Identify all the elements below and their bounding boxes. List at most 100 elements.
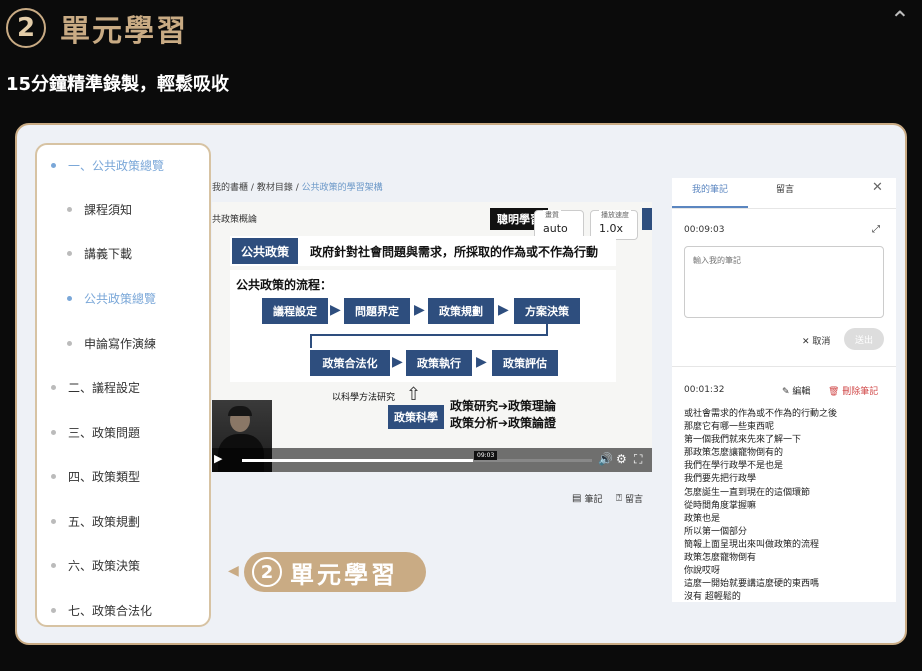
bullet-dot <box>67 206 72 212</box>
sidebar-item-chapter-6[interactable]: 六、政策決策 <box>37 553 223 577</box>
gear-icon[interactable]: ⚙ <box>616 452 627 466</box>
sidebar-item-label: 六、政策決策 <box>68 558 141 573</box>
sidebar-item-label: 四、政策類型 <box>68 469 141 484</box>
bullet-dot <box>51 518 56 524</box>
quality-label: 畫質 <box>543 210 561 220</box>
expand-icon[interactable]: ⤢ <box>872 224 880 235</box>
sidebar-item-chapter-3[interactable]: 三、政策問題 <box>37 420 223 444</box>
transcript-line: 怎麼誕生一直到現在的這個環節 <box>684 487 811 498</box>
instructor-hair <box>228 406 252 416</box>
bullet-dot <box>51 607 56 613</box>
flow-step: 政策規劃 <box>428 298 494 324</box>
note-input[interactable] <box>684 246 884 318</box>
volume-icon[interactable]: 🔊 <box>598 452 613 466</box>
policy-science-line: 政策研究➔政策理論 <box>450 399 557 413</box>
edit-label: 編輯 <box>792 387 811 397</box>
video-player[interactable]: 共政策概論 聰明學習 畫質 auto▼ 播放速度 1.0x▼ 公共政策 政府針對… <box>212 202 652 472</box>
bullet-dot <box>51 562 56 568</box>
video-controls: ▶ 09:03 🔊 ⚙ ⛶ <box>212 448 652 472</box>
close-icon[interactable]: ✕ <box>872 180 883 195</box>
notebook-icon: ▤ <box>572 493 582 504</box>
sidebar-item-course-notes[interactable]: 課程須知 <box>37 197 239 221</box>
sidebar-item-label: 五、政策規劃 <box>68 514 141 529</box>
notes-panel: 我的筆記 留言 ✕ 00:09:03 ⤢ ✕ 取消 送出 00:01:32 ✎ … <box>672 178 896 602</box>
definition-box: 公共政策 政府針對社會問題與需求，所採取的作為或不作為行動 <box>230 236 616 266</box>
sidebar-item-label: 二、議程設定 <box>68 380 141 395</box>
notes-action[interactable]: ▤ 筆記 <box>572 492 602 505</box>
bullet-dot <box>67 295 72 301</box>
sidebar-item-chapter-1[interactable]: 一、公共政策總覽 <box>37 153 223 177</box>
breadcrumb-materials[interactable]: 教材目錄 <box>257 183 293 193</box>
divider <box>672 366 896 367</box>
comments-action[interactable]: ⍰ 留言 <box>616 492 643 505</box>
speed-value: 1.0x <box>599 222 624 235</box>
delete-label: 刪除筆記 <box>842 387 879 397</box>
arrow-right-icon: ▶ <box>498 302 509 318</box>
sidebar-item-essay-practice[interactable]: 申論寫作演練 <box>37 331 239 355</box>
flow-diagram: 公共政策的流程： 議程設定 ▶ 問題界定 ▶ 政策規劃 ▶ 方案決策 政策合法化… <box>230 270 616 382</box>
bullet-dot <box>51 473 56 479</box>
flow-step: 政策執行 <box>406 350 472 376</box>
section-title: 單元學習 <box>60 14 188 49</box>
sidebar-item-chapter-5[interactable]: 五、政策規劃 <box>37 509 223 533</box>
flow-step: 政策合法化 <box>310 350 390 376</box>
sidebar-item-chapter-4[interactable]: 四、政策類型 <box>37 464 223 488</box>
caret-left-icon: ◀ <box>228 563 239 579</box>
breadcrumb-separator: / <box>250 183 254 193</box>
policy-science-line: 政策分析➔政策論證 <box>450 416 557 430</box>
cancel-label: 取消 <box>812 337 831 347</box>
bullet-dot <box>67 340 72 346</box>
breadcrumb-bookshelf[interactable]: 我的書櫃 <box>212 183 248 193</box>
chevron-up-icon[interactable]: ⌃ <box>890 6 910 34</box>
unit-learning-badge: 2 單元學習 <box>244 552 426 592</box>
arrow-right-icon: ▶ <box>414 302 425 318</box>
fullscreen-icon[interactable]: ⛶ <box>634 452 642 467</box>
bullet-dot <box>67 250 72 256</box>
edit-note-button[interactable]: ✎ 編輯 <box>782 384 810 397</box>
sidebar-item-chapter-2[interactable]: 二、議程設定 <box>37 375 223 399</box>
cancel-button[interactable]: ✕ 取消 <box>802 334 830 347</box>
transcript-line: 政策怎麼寵物倒有 <box>684 553 757 564</box>
transcript-line: 沒有 超輕鬆的 <box>684 592 741 603</box>
section-subtitle: 15分鐘精準錄製，輕鬆吸收 <box>6 74 230 95</box>
transcript-line: 政策也是 <box>684 513 721 524</box>
progress-time-tooltip: 09:03 <box>474 451 498 460</box>
policy-science-box: 政策科學 <box>388 405 444 429</box>
sidebar-item-label: 七、政策合法化 <box>68 603 153 618</box>
tab-comments[interactable]: 留言 <box>776 182 794 195</box>
bullet-dot <box>51 429 56 435</box>
submit-button[interactable]: 送出 <box>844 328 884 350</box>
arrow-up-icon: ⇧ <box>406 384 422 405</box>
breadcrumb-current: 公共政策的學習架構 <box>301 183 383 193</box>
transcript-line: 我們要先把行政學 <box>684 474 757 485</box>
transcript-line: 這麼一開始就要講這麼硬的東西嗎 <box>684 579 820 590</box>
section-number-badge: 2 <box>6 8 46 48</box>
transcript-line: 第一個我們就來先來了解一下 <box>684 435 802 446</box>
sidebar-item-handout-download[interactable]: 講義下載 <box>37 241 239 265</box>
arrow-right-icon: ▶ <box>330 302 341 318</box>
sidebar-item-label: 講義下載 <box>84 246 133 261</box>
notes-action-label: 筆記 <box>584 495 603 505</box>
transcript-line: 我們在學行政學不是也是 <box>684 461 784 472</box>
flow-connector <box>546 324 548 334</box>
sidebar-item-label: 申論寫作演練 <box>84 336 157 351</box>
speed-label: 播放速度 <box>599 210 631 220</box>
sidebar-item-chapter-7[interactable]: 七、政策合法化 <box>37 598 223 622</box>
pencil-icon: ✎ <box>782 387 793 397</box>
progress-bar[interactable]: 09:03 <box>242 451 592 462</box>
quality-value: auto <box>543 222 568 235</box>
arrow-right-icon: ▶ <box>392 354 403 370</box>
transcript-line: 從時間角度掌握嘛 <box>684 500 757 511</box>
delete-note-button[interactable]: 🗑 刪除筆記 <box>828 384 878 397</box>
breadcrumb-separator: / <box>295 183 299 193</box>
flow-title: 公共政策的流程： <box>236 278 333 292</box>
note-transcript: 或社會需求的作為或不作為的行動之後 那麼它有哪一些東西呢 第一個我們就來先來了解一下… <box>684 408 889 604</box>
progress-fill <box>242 459 473 462</box>
flow-step: 政策評估 <box>492 350 558 376</box>
definition-term: 公共政策 <box>232 238 298 264</box>
sidebar-item-policy-overview[interactable]: 公共政策總覽 <box>37 286 239 310</box>
transcript-line: 或社會需求的作為或不作為的行動之後 <box>684 409 838 419</box>
tab-my-notes[interactable]: 我的筆記 <box>692 182 728 195</box>
bullet-dot <box>51 162 56 168</box>
sidebar-item-label: 一、公共政策總覽 <box>68 158 165 173</box>
